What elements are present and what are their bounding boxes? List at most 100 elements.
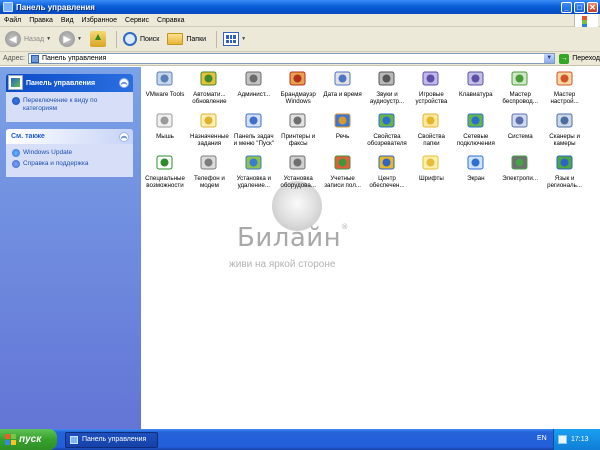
control-panel-item[interactable]: Установка и удаление... — [232, 153, 276, 189]
control-panel-item[interactable]: Мастер беспровод... — [498, 69, 542, 105]
collapse-icon[interactable]: ︽ — [119, 132, 129, 142]
address-value: Панель управления — [41, 55, 107, 62]
language-indicator[interactable]: EN — [537, 435, 547, 442]
sounds-icon — [377, 69, 397, 89]
control-panel-item[interactable]: Игровые устройства — [409, 69, 453, 105]
control-panel-item[interactable]: Звуки и аудиоустр... — [365, 69, 409, 105]
control-panel-item[interactable]: Автомати... обновление — [187, 69, 231, 105]
internet-options-icon — [377, 111, 397, 131]
menu-favorites[interactable]: Избранное — [78, 17, 121, 24]
collapse-icon[interactable]: ︽ — [119, 78, 129, 88]
control-panel-icon — [30, 54, 39, 63]
windows-update-link[interactable]: Windows Update — [12, 149, 128, 157]
item-label: Брандмауэр Windows — [280, 91, 316, 105]
menu-file[interactable]: Файл — [0, 17, 25, 24]
control-panel-item[interactable]: Мастер настрой... — [543, 69, 587, 105]
start-button[interactable]: пуск — [0, 429, 57, 450]
user-accounts-icon — [333, 153, 353, 173]
control-panel-item[interactable]: Свойства папки — [409, 111, 453, 147]
address-dropdown-button[interactable]: ▼ — [544, 54, 555, 63]
maximize-button[interactable]: □ — [574, 1, 585, 13]
menu-edit[interactable]: Правка — [25, 17, 57, 24]
section-title: Панель управления — [26, 79, 96, 87]
control-panel-item[interactable]: Система — [498, 111, 542, 140]
item-label: Центр обеспечен... — [369, 175, 405, 189]
taskbar-window-button[interactable]: Панель управления — [65, 431, 158, 448]
address-bar: Адрес: Панель управления ▼ → Переход — [0, 52, 600, 66]
control-panel-item[interactable]: Экран — [454, 153, 498, 182]
folders-button[interactable]: Папки — [165, 30, 208, 49]
forward-button[interactable]: ▶ ▼ — [57, 30, 84, 49]
search-button[interactable]: Поиск — [121, 30, 161, 49]
control-panel-item[interactable]: Клавиатура — [454, 69, 498, 98]
control-panel-item[interactable]: Специальные возможности — [143, 153, 187, 189]
windows-update-icon — [12, 149, 20, 157]
up-button[interactable] — [88, 30, 108, 49]
control-panel-item[interactable]: Шрифты — [409, 153, 453, 182]
control-panel-item[interactable]: Принтеры и факсы — [276, 111, 320, 147]
section-header[interactable]: Панель управления ︽ — [6, 74, 133, 92]
control-panel-item[interactable]: Сетевые подключения — [454, 111, 498, 147]
keyboard-icon — [466, 69, 486, 89]
views-button[interactable]: ▼ — [221, 30, 248, 49]
watermark-brand: Билайн® — [237, 223, 349, 253]
control-panel-item[interactable]: Админист... — [232, 69, 276, 98]
menu-help[interactable]: Справка — [153, 17, 188, 24]
network-setup-wizard-icon — [555, 69, 575, 89]
control-panel-item[interactable]: Установка оборудова... — [276, 153, 320, 189]
back-button[interactable]: ◀ Назад ▼ — [3, 30, 53, 49]
system-tray: 17:13 — [553, 429, 600, 450]
address-label: Адрес: — [3, 55, 25, 62]
item-label: Шрифты — [418, 175, 444, 182]
control-panel-item[interactable]: Свойства обозревателя — [365, 111, 409, 147]
control-panel-item[interactable]: Брандмауэр Windows — [276, 69, 320, 105]
control-panel-item[interactable]: Панель задач и меню "Пуск" — [232, 111, 276, 147]
address-input[interactable]: Панель управления ▼ — [27, 53, 556, 64]
minimize-button[interactable]: _ — [561, 1, 572, 13]
item-label: Сканеры и камеры — [549, 133, 580, 147]
control-panel-item[interactable]: Дата и время — [321, 69, 365, 98]
back-arrow-icon: ◀ — [5, 31, 21, 47]
help-support-link[interactable]: Справка и поддержка — [12, 160, 128, 168]
folders-icon — [167, 33, 184, 45]
control-panel-item[interactable]: Центр обеспечен... — [365, 153, 409, 189]
item-label: Телефон и модем — [193, 175, 225, 189]
control-panel-item[interactable]: Сканеры и камеры — [543, 111, 587, 147]
go-button[interactable]: → Переход — [559, 53, 600, 64]
switch-to-category-view-link[interactable]: Переключение к виду по категориям — [12, 97, 128, 113]
tray-icon[interactable] — [558, 435, 567, 444]
control-panel-item[interactable]: VMware Tools — [143, 69, 187, 98]
control-panel-icon — [8, 75, 23, 90]
close-button[interactable]: ✕ — [587, 1, 598, 13]
power-options-icon — [510, 153, 530, 173]
item-label: Учетные записи пол... — [324, 175, 361, 189]
item-label: Назначенные задания — [189, 133, 229, 147]
control-panel-item[interactable]: Назначенные задания — [187, 111, 231, 147]
toolbar-separator — [115, 30, 117, 48]
control-panel-item[interactable]: Электропи... — [498, 153, 542, 182]
item-label: Речь — [335, 133, 350, 140]
control-panel-item[interactable]: Телефон и модем — [187, 153, 231, 189]
windows-logo-icon — [5, 434, 16, 445]
back-label: Назад — [24, 35, 45, 43]
control-panel-item[interactable]: Язык и региональ... — [543, 153, 587, 189]
system-icon — [510, 111, 530, 131]
icon-view: Билайн® живи на яркой стороне VMware Too… — [141, 67, 600, 429]
add-remove-programs-icon — [244, 153, 264, 173]
title-bar[interactable]: Панель управления _ □ ✕ — [0, 0, 600, 14]
item-label: Клавиатура — [459, 91, 493, 98]
security-center-icon — [377, 153, 397, 173]
menu-tools[interactable]: Сервис — [121, 17, 153, 24]
control-panel-item[interactable]: Учетные записи пол... — [321, 153, 365, 189]
control-panel-item[interactable]: Мышь — [143, 111, 187, 140]
menu-view[interactable]: Вид — [57, 17, 78, 24]
section-header[interactable]: См. также ︽ — [6, 129, 133, 144]
item-label: Мышь — [156, 133, 174, 140]
go-label: Переход — [572, 55, 600, 62]
vmware-tools-icon — [155, 69, 175, 89]
control-panel-item[interactable]: Речь — [321, 111, 365, 140]
window-title: Панель управления — [16, 2, 95, 12]
control-panel-section: Панель управления ︽ Переключение к виду … — [6, 74, 133, 122]
automatic-updates-icon — [199, 69, 219, 89]
taskbar-window-label: Панель управления — [82, 436, 147, 443]
